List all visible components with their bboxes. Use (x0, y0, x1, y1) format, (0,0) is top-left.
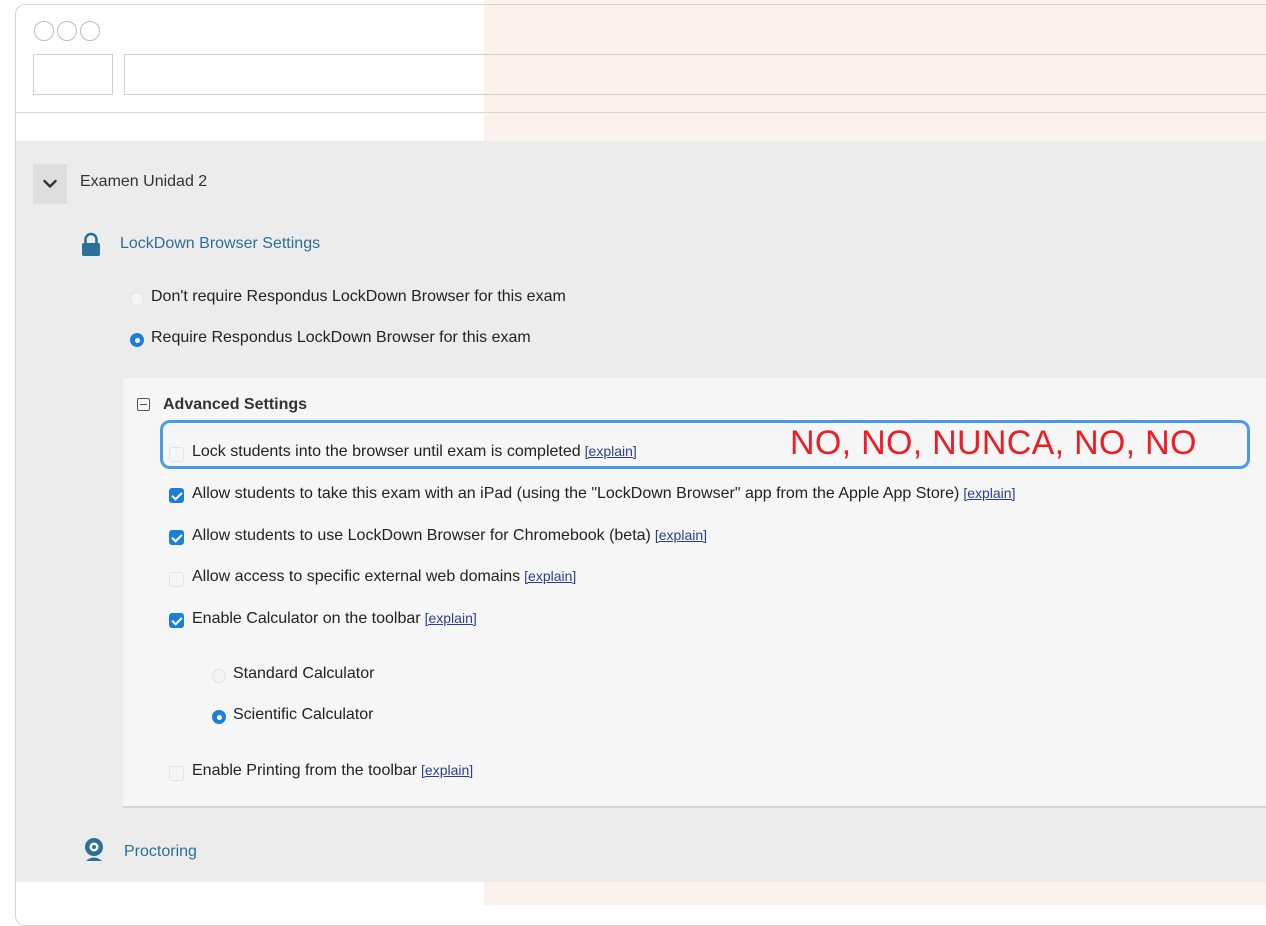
lock-icon (82, 232, 100, 256)
radio-scientific-calculator-label: Scientific Calculator (233, 706, 374, 723)
proctoring-link[interactable]: Proctoring (124, 843, 197, 861)
exam-title: Examen Unidad 2 (80, 173, 208, 190)
radio-require-label: Require Respondus LockDown Browser for t… (151, 329, 531, 346)
setting-ipad: Allow students to take this exam with an… (192, 485, 1015, 503)
webcam-icon (85, 838, 103, 861)
radio-scientific-calculator[interactable] (212, 710, 226, 724)
setting-label: Enable Printing from the toolbar (192, 762, 418, 779)
radio-standard-calculator-label: Standard Calculator (233, 665, 375, 682)
setting-printing: Enable Printing from the toolbar [explain… (192, 762, 473, 780)
checkbox-chromebook[interactable] (169, 530, 184, 545)
explain-link[interactable]: [explain] (963, 485, 1015, 501)
checkbox-ipad[interactable] (169, 488, 184, 503)
checkbox-printing[interactable] (169, 766, 184, 781)
setting-label: Allow students to use LockDown Browser f… (192, 527, 651, 544)
window-dot-minimize[interactable] (57, 21, 77, 41)
annotation-text: NO, NO, NUNCA, NO, NO (790, 424, 1197, 462)
lockdown-settings-link[interactable]: LockDown Browser Settings (120, 235, 320, 253)
explain-link[interactable]: [explain] (425, 610, 477, 626)
toolbar-placeholder-box (33, 54, 113, 95)
advanced-settings-title: Advanced Settings (163, 396, 308, 413)
explain-link[interactable]: [explain] (655, 527, 707, 543)
header-divider (16, 112, 1266, 113)
setting-label: Allow students to take this exam with an… (192, 485, 960, 502)
setting-external-domains: Allow access to specific external web do… (192, 568, 576, 586)
radio-standard-calculator[interactable] (212, 669, 226, 683)
chevron-down-icon (43, 179, 57, 188)
address-bar[interactable] (124, 54, 1266, 95)
explain-link[interactable]: [explain] (524, 568, 576, 584)
radio-dont-require[interactable] (130, 292, 144, 306)
window-dot-maximize[interactable] (80, 21, 100, 41)
collapse-minus-icon[interactable] (137, 398, 150, 411)
setting-label: Allow access to specific external web do… (192, 568, 521, 585)
checkbox-external-domains[interactable] (169, 572, 184, 587)
setting-calculator: Enable Calculator on the toolbar [explain… (192, 610, 477, 628)
radio-dont-require-label: Don't require Respondus LockDown Browser… (151, 288, 566, 305)
setting-label: Enable Calculator on the toolbar (192, 610, 421, 627)
radio-require[interactable] (130, 333, 144, 347)
checkbox-calculator[interactable] (169, 613, 184, 628)
collapse-exam-button[interactable] (33, 164, 67, 204)
explain-link[interactable]: [explain] (421, 762, 473, 778)
setting-chromebook: Allow students to use LockDown Browser f… (192, 527, 707, 545)
window-dot-close[interactable] (34, 21, 54, 41)
